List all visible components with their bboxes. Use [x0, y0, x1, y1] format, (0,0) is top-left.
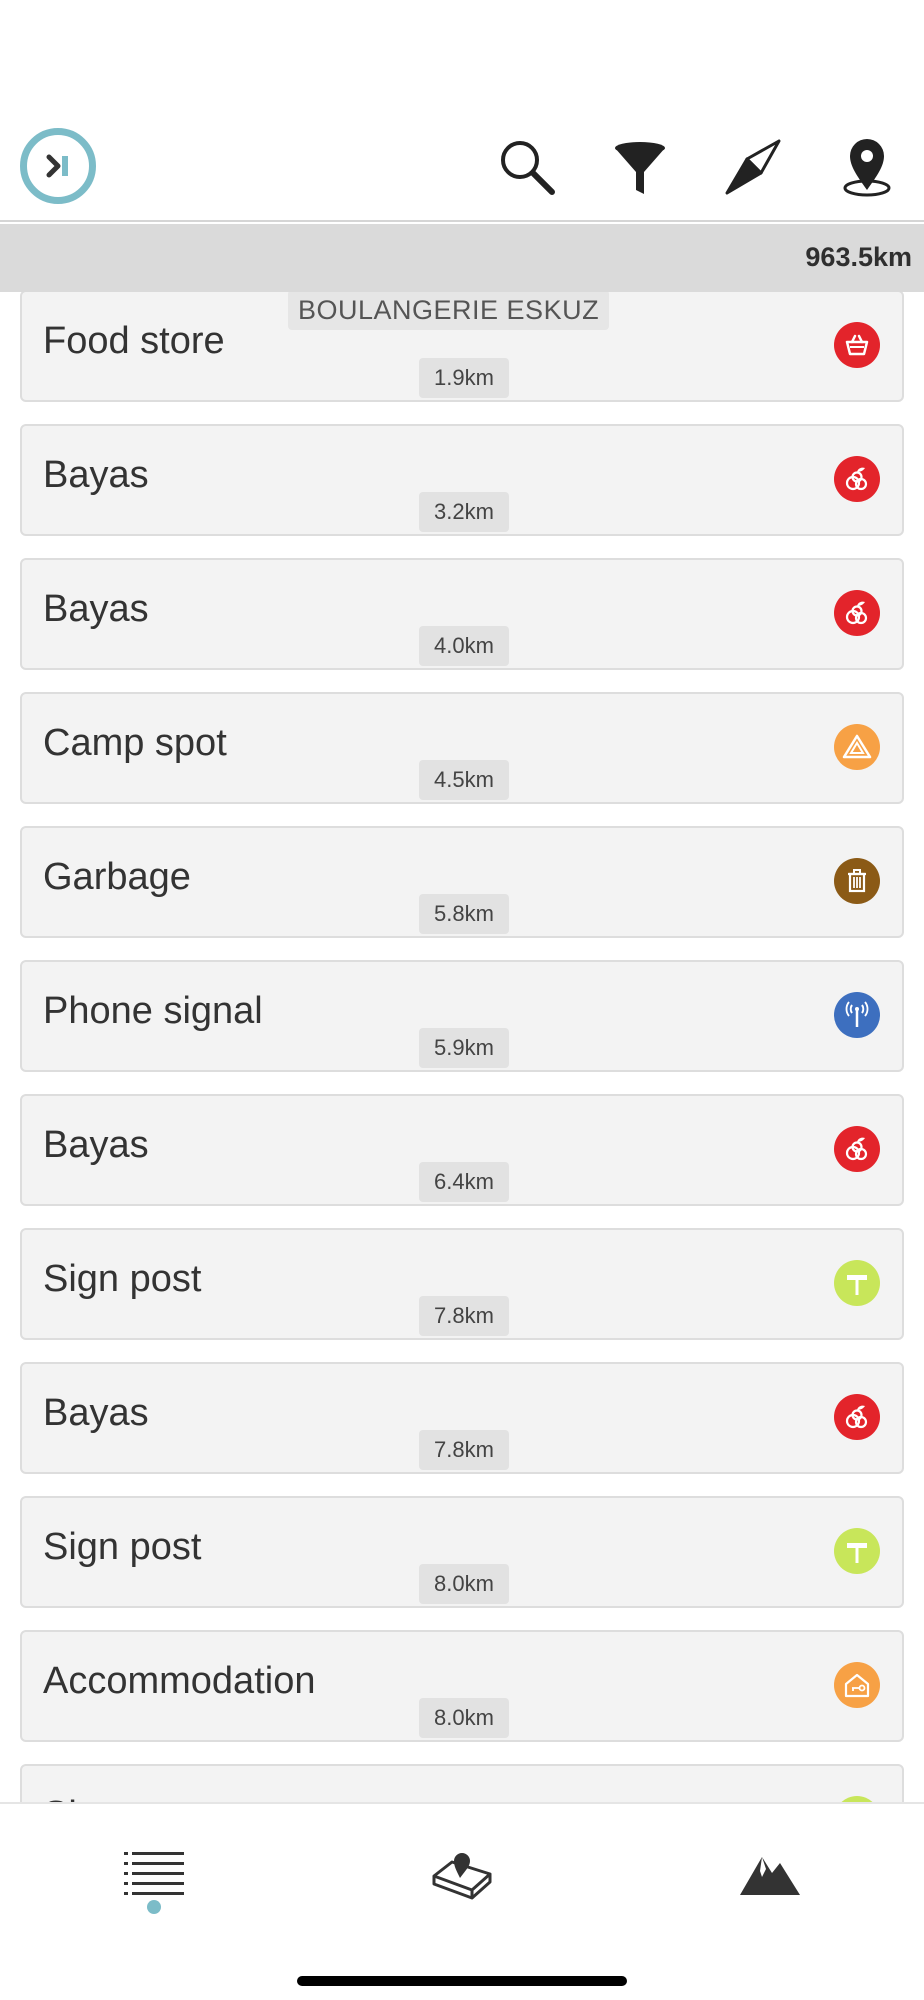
poi-list-item[interactable]: Garbage 5.8km: [20, 826, 904, 938]
poi-distance: 4.0km: [419, 626, 509, 666]
search-button[interactable]: [492, 132, 562, 202]
poi-list-item[interactable]: Bayas 4.0km: [20, 558, 904, 670]
filter-icon: [615, 142, 665, 194]
distance-summary-bar: 963.5km: [0, 224, 924, 292]
poi-list-item[interactable]: Accommodation 8.0km: [20, 1630, 904, 1742]
location-button[interactable]: [832, 132, 902, 202]
poi-distance: 8.0km: [419, 1564, 509, 1604]
signpost-icon: [834, 1528, 880, 1574]
home-indicator: [297, 1976, 627, 1986]
poi-list-item[interactable]: Bayas 7.8km: [20, 1362, 904, 1474]
poi-name: Sign post: [43, 1526, 202, 1568]
poi-distance: 5.8km: [419, 894, 509, 934]
poi-name: Accommodation: [43, 1660, 316, 1702]
poi-list-item[interactable]: Bayas 6.4km: [20, 1094, 904, 1206]
nav-tab-elevation[interactable]: [730, 1834, 810, 1914]
map-icon: [432, 1853, 492, 1900]
poi-name: Sign post: [43, 1258, 202, 1300]
bottom-navigation: [0, 1802, 924, 2000]
poi-list-item[interactable]: Food store BOULANGERIE ESKUZ 1.9km: [20, 292, 904, 402]
house-key-icon: [834, 1662, 880, 1708]
list-icon: [124, 1852, 184, 1895]
poi-name: Bayas: [43, 588, 149, 630]
poi-distance: 6.4km: [419, 1162, 509, 1202]
poi-name: Food store: [43, 320, 225, 362]
tent-icon: [834, 724, 880, 770]
poi-distance: 3.2km: [419, 492, 509, 532]
poi-list-item[interactable]: Bayas 3.2km: [20, 424, 904, 536]
poi-distance: 7.8km: [419, 1296, 509, 1336]
status-bar-area: [0, 0, 924, 120]
poi-name: Garbage: [43, 856, 191, 898]
poi-distance: 4.5km: [419, 760, 509, 800]
collapse-panel-button[interactable]: [20, 128, 96, 204]
berries-icon: [834, 1394, 880, 1440]
compass-icon: [725, 139, 781, 195]
compass-button[interactable]: [718, 132, 788, 202]
poi-name: Bayas: [43, 1124, 149, 1166]
poi-name: Bayas: [43, 454, 149, 496]
nav-tab-map[interactable]: [422, 1834, 502, 1914]
poi-distance: 5.9km: [419, 1028, 509, 1068]
signpost-icon: [834, 1260, 880, 1306]
poi-distance: 8.0km: [419, 1698, 509, 1738]
antenna-icon: [834, 992, 880, 1038]
basket-icon: [834, 322, 880, 368]
active-tab-indicator: [147, 1900, 161, 1914]
poi-list-item[interactable]: Phone signal 5.9km: [20, 960, 904, 1072]
top-toolbar: [0, 120, 924, 222]
poi-name: Phone signal: [43, 990, 263, 1032]
location-pin-icon: [843, 139, 891, 197]
poi-list-item[interactable]: Sign post 8.0km: [20, 1496, 904, 1608]
poi-name: Bayas: [43, 1392, 149, 1434]
filter-button[interactable]: [605, 132, 675, 202]
poi-name: Sign post: [43, 1794, 201, 1802]
elevation-icon: [740, 1857, 800, 1895]
poi-list-item[interactable]: Sign post: [20, 1764, 904, 1802]
poi-list-item[interactable]: Sign post 7.8km: [20, 1228, 904, 1340]
berries-icon: [834, 1126, 880, 1172]
total-distance: 963.5km: [805, 242, 912, 272]
poi-list[interactable]: Food store BOULANGERIE ESKUZ 1.9km Bayas 3.2…: [0, 292, 924, 1802]
poi-list-item[interactable]: Camp spot 4.5km: [20, 692, 904, 804]
poi-subtitle: BOULANGERIE ESKUZ: [288, 292, 610, 330]
poi-distance: 7.8km: [419, 1430, 509, 1470]
poi-distance: 1.9km: [419, 358, 509, 398]
berries-icon: [834, 590, 880, 636]
trash-icon: [834, 858, 880, 904]
poi-name: Camp spot: [43, 722, 227, 764]
collapse-panel-icon: [46, 154, 68, 178]
berries-icon: [834, 456, 880, 502]
search-icon: [501, 141, 555, 195]
